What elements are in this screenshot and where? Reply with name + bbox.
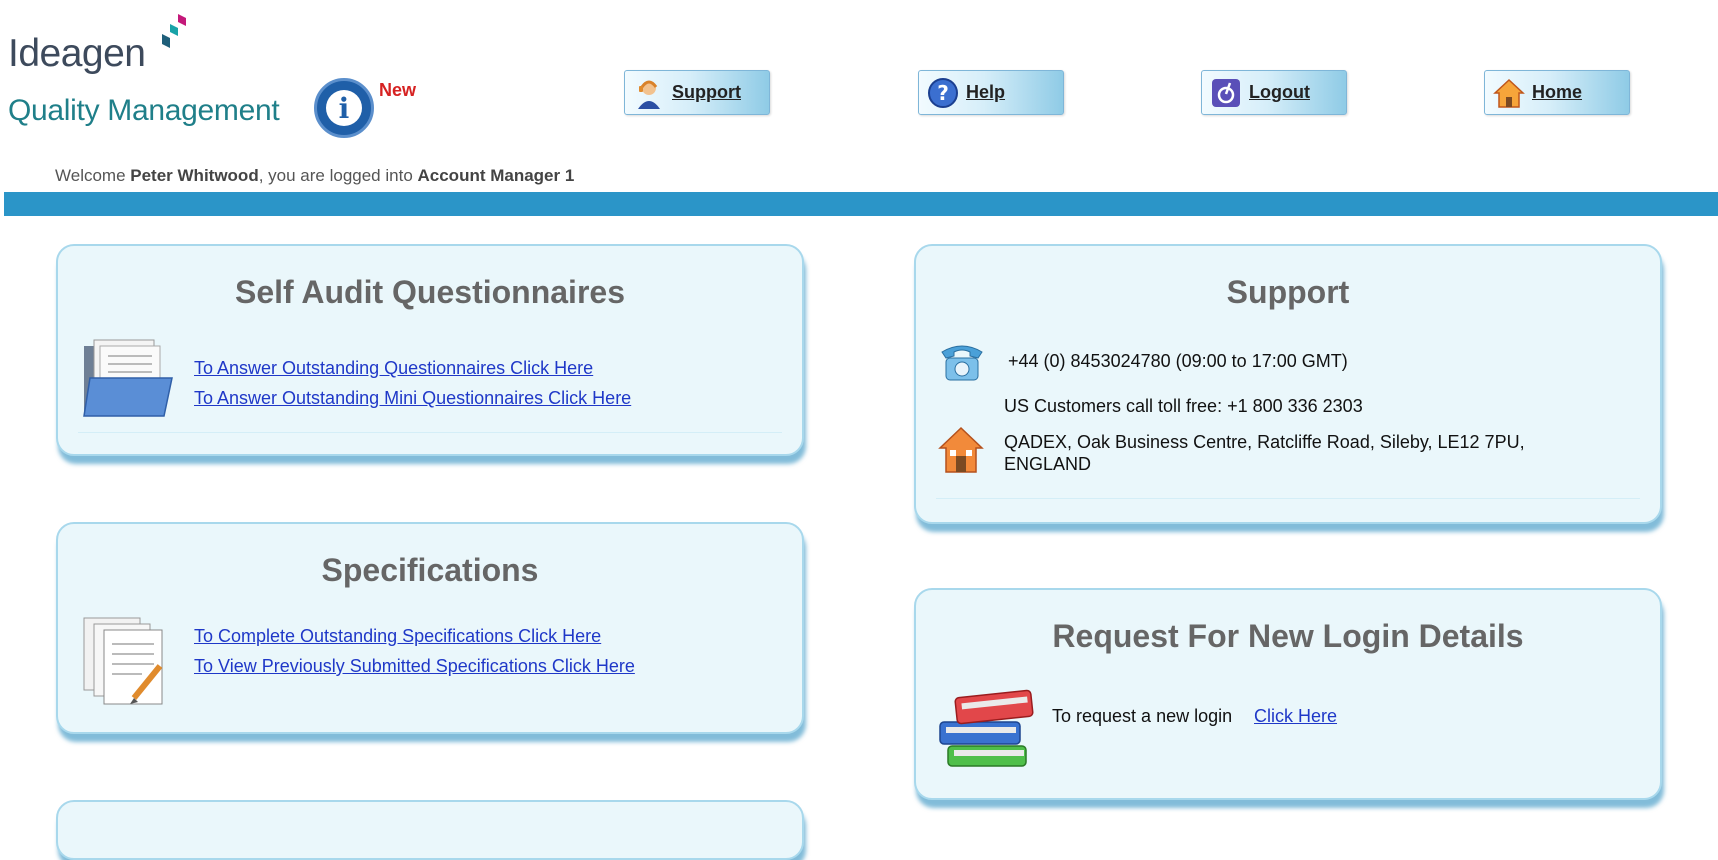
svg-text:?: ?: [937, 81, 949, 105]
product-name: Quality Management: [8, 94, 280, 127]
specifications-panel: Specifications To Complete Outstanding S…: [56, 522, 804, 734]
address-line-2: ENGLAND: [1004, 454, 1092, 474]
us-toll-free: US Customers call toll free: +1 800 336 …: [1004, 396, 1363, 416]
support-agent-icon: [638, 80, 660, 109]
additional-panel: [56, 800, 804, 860]
account-name: Account Manager 1: [417, 166, 575, 185]
support-button-label: Support: [672, 82, 741, 102]
telephone-icon: [941, 345, 983, 381]
new-login-click-here-link[interactable]: Click Here: [1254, 706, 1337, 727]
new-badge: New: [379, 80, 417, 100]
home-button-label: Home: [1532, 82, 1583, 102]
logout-button[interactable]: Logout: [1201, 70, 1347, 115]
answer-mini-questionnaires-link[interactable]: To Answer Outstanding Mini Questionnaire…: [194, 388, 631, 409]
panel-divider: [78, 432, 782, 433]
self-audit-title: Self Audit Questionnaires: [235, 274, 625, 310]
home-icon: [1493, 78, 1525, 108]
logout-icon: [1212, 79, 1240, 107]
new-login-title: Request For New Login Details: [1052, 618, 1524, 654]
new-login-text: To request a new login: [1052, 706, 1233, 726]
books-icon: [939, 689, 1034, 767]
welcome-message: Welcome Peter Whitwood, you are logged i…: [55, 166, 574, 186]
logo-mark-icon: [162, 14, 186, 48]
documents-icon: [83, 617, 163, 705]
welcome-prefix: Welcome: [55, 166, 131, 185]
ideagen-logo: Ideagen Quality Management: [8, 14, 298, 127]
view-submitted-specifications-link[interactable]: To View Previously Submitted Specificati…: [194, 656, 635, 677]
answer-questionnaires-link[interactable]: To Answer Outstanding Questionnaires Cli…: [194, 358, 593, 379]
specifications-title: Specifications: [321, 552, 539, 588]
help-icon: ?: [928, 78, 958, 108]
folder-icon: [83, 339, 173, 417]
logout-button-label: Logout: [1249, 82, 1310, 102]
info-icon: i: [326, 90, 362, 126]
support-phone: +44 (0) 8453024780 (09:00 to 17:00 GMT): [1008, 351, 1348, 371]
help-button-label: Help: [966, 82, 1006, 102]
welcome-middle: , you are logged into: [258, 166, 418, 185]
address-line-1: QADEX, Oak Business Centre, Ratcliffe Ro…: [1004, 432, 1525, 452]
user-name: Peter Whitwood: [130, 166, 259, 185]
panel-divider: [936, 498, 1640, 499]
support-panel: Support +44 (0) 8453024780 (09:00 to 17:…: [914, 244, 1662, 524]
self-audit-panel: Self Audit Questionnaires To Answer Outs…: [56, 244, 804, 456]
help-button[interactable]: ? Help: [918, 70, 1064, 115]
info-button[interactable]: i: [314, 78, 374, 138]
new-login-panel: Request For New Login Details To request…: [914, 588, 1662, 800]
support-button[interactable]: Support: [624, 70, 770, 115]
header-divider-bar: [4, 192, 1718, 216]
complete-specifications-link[interactable]: To Complete Outstanding Specifications C…: [194, 626, 601, 647]
office-home-icon: [938, 426, 984, 473]
brand-name: Ideagen: [8, 32, 146, 75]
home-button[interactable]: Home: [1484, 70, 1630, 115]
support-title: Support: [1226, 274, 1350, 310]
